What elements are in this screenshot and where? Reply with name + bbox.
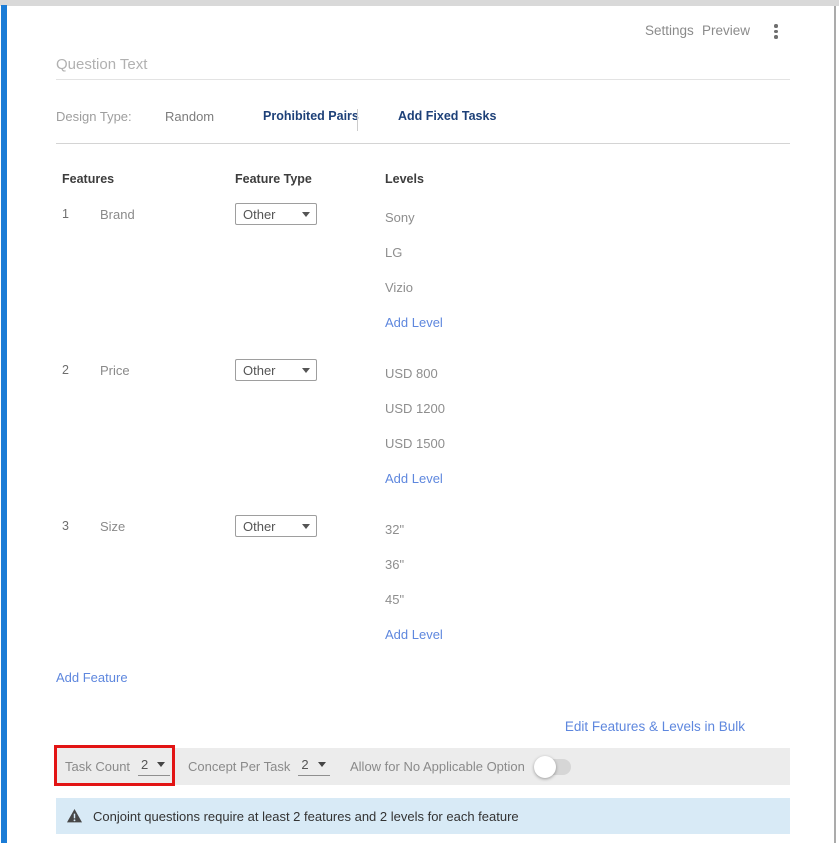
feature-row-size: 3 Size Other 32" 36" 45" Add Level <box>56 515 790 665</box>
level-item[interactable]: Vizio <box>385 276 443 311</box>
task-count-control: Task Count 2 <box>65 748 170 785</box>
level-item[interactable]: USD 1200 <box>385 397 445 432</box>
no-applicable-control: Allow for No Applicable Option <box>350 748 571 785</box>
column-header-feature-type: Feature Type <box>235 172 312 186</box>
feature-type-select[interactable]: Other <box>235 359 317 381</box>
concept-per-task-control: Concept Per Task 2 <box>188 748 330 785</box>
level-item[interactable]: 36" <box>385 553 443 588</box>
column-header-features: Features <box>62 172 114 186</box>
design-type-label: Design Type: <box>56 109 132 124</box>
toggle-knob <box>534 756 556 778</box>
feature-name[interactable]: Size <box>100 519 125 534</box>
chevron-down-icon <box>157 762 165 767</box>
feature-type-value: Other <box>243 363 276 378</box>
preview-link[interactable]: Preview <box>702 23 750 38</box>
accent-left-stripe <box>1 5 7 843</box>
feature-name[interactable]: Price <box>100 363 130 378</box>
concept-per-task-value: 2 <box>301 757 308 772</box>
design-type-value[interactable]: Random <box>165 109 214 124</box>
level-item[interactable]: USD 800 <box>385 362 445 397</box>
prohibited-pairs-link[interactable]: Prohibited Pairs <box>263 109 359 123</box>
feature-index: 2 <box>62 363 69 377</box>
design-type-row: Design Type: Random Prohibited Pairs Add… <box>0 109 839 129</box>
concept-per-task-label: Concept Per Task <box>188 759 290 774</box>
edit-bulk-link[interactable]: Edit Features & Levels in Bulk <box>56 719 745 734</box>
warning-icon <box>66 808 83 824</box>
feature-index: 3 <box>62 519 69 533</box>
add-level-link[interactable]: Add Level <box>385 467 445 502</box>
divider <box>357 109 358 131</box>
chevron-down-icon <box>302 524 310 529</box>
feature-type-select[interactable]: Other <box>235 203 317 225</box>
column-header-levels: Levels <box>385 172 424 186</box>
concept-per-task-dropdown[interactable]: 2 <box>298 757 330 776</box>
feature-index: 1 <box>62 207 69 221</box>
feature-name[interactable]: Brand <box>100 207 135 222</box>
add-level-link[interactable]: Add Level <box>385 311 443 346</box>
no-applicable-toggle[interactable] <box>537 759 571 775</box>
levels-column: USD 800 USD 1200 USD 1500 Add Level <box>385 362 445 502</box>
chevron-down-icon <box>318 762 326 767</box>
question-text-input[interactable] <box>56 50 790 80</box>
kebab-menu-icon[interactable] <box>770 24 782 39</box>
level-item[interactable]: LG <box>385 241 443 276</box>
levels-column: Sony LG Vizio Add Level <box>385 206 443 346</box>
settings-link[interactable]: Settings <box>645 23 694 38</box>
level-item[interactable]: USD 1500 <box>385 432 445 467</box>
feature-type-value: Other <box>243 207 276 222</box>
section-divider <box>56 143 790 144</box>
add-level-link[interactable]: Add Level <box>385 623 443 658</box>
feature-type-select[interactable]: Other <box>235 515 317 537</box>
window-top-bar <box>0 0 839 6</box>
feature-row-brand: 1 Brand Other Sony LG Vizio Add Level <box>56 203 790 353</box>
warning-text: Conjoint questions require at least 2 fe… <box>93 809 519 824</box>
level-item[interactable]: Sony <box>385 206 443 241</box>
feature-type-value: Other <box>243 519 276 534</box>
task-count-value: 2 <box>141 757 148 772</box>
card-right-border <box>834 6 836 843</box>
task-settings-bar: Task Count 2 Concept Per Task 2 Allow fo… <box>56 748 790 785</box>
task-count-dropdown[interactable]: 2 <box>138 757 170 776</box>
feature-row-price: 2 Price Other USD 800 USD 1200 USD 1500 … <box>56 359 790 509</box>
no-applicable-label: Allow for No Applicable Option <box>350 759 525 774</box>
warning-banner: Conjoint questions require at least 2 fe… <box>56 798 790 834</box>
level-item[interactable]: 32" <box>385 518 443 553</box>
chevron-down-icon <box>302 368 310 373</box>
chevron-down-icon <box>302 212 310 217</box>
levels-column: 32" 36" 45" Add Level <box>385 518 443 658</box>
add-feature-link[interactable]: Add Feature <box>56 670 128 685</box>
add-fixed-tasks-link[interactable]: Add Fixed Tasks <box>398 109 496 123</box>
level-item[interactable]: 45" <box>385 588 443 623</box>
task-count-label: Task Count <box>65 759 130 774</box>
